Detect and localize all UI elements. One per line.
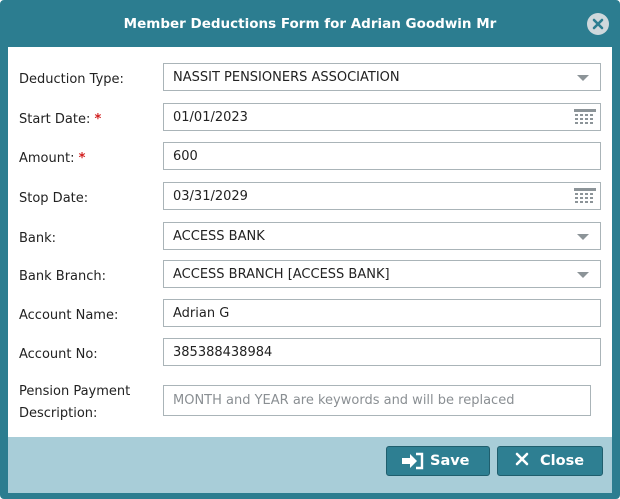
chevron-down-icon — [577, 272, 589, 278]
chevron-down-icon — [577, 75, 589, 81]
bank-label: Bank: — [19, 231, 57, 246]
stop-date-value: 03/31/2029 — [173, 189, 248, 204]
account-no-input[interactable]: 385388438984 — [163, 338, 601, 366]
account-no-value: 385388438984 — [173, 345, 273, 360]
account-name-value: Adrian G — [173, 306, 230, 321]
bank-branch-select[interactable]: ACCESS BRANCH [ACCESS BANK] — [163, 260, 601, 288]
dialog-footer: Save Close — [8, 437, 612, 493]
close-button-label: Close — [540, 453, 585, 469]
x-icon — [515, 452, 529, 466]
dialog-title: Member Deductions Form for Adrian Goodwi… — [123, 16, 497, 32]
deduction-type-value: NASSIT PENSIONERS ASSOCIATION — [173, 70, 400, 85]
dialog-titlebar: Member Deductions Form for Adrian Goodwi… — [3, 3, 617, 45]
save-button[interactable]: Save — [386, 446, 490, 476]
bank-value: ACCESS BANK — [173, 229, 265, 244]
pension-payment-description-input[interactable]: MONTH and YEAR are keywords and will be … — [163, 385, 591, 416]
member-deductions-dialog: Member Deductions Form for Adrian Goodwi… — [0, 0, 620, 499]
pension-payment-label-line2: Description: — [19, 406, 98, 421]
amount-label-text: Amount: — [19, 151, 75, 166]
required-mark: * — [78, 151, 86, 166]
account-name-label: Account Name: — [19, 308, 119, 323]
calendar-icon[interactable] — [574, 188, 596, 209]
required-mark: * — [94, 112, 102, 127]
close-circle-icon[interactable] — [587, 13, 609, 35]
sign-in-arrow-icon — [402, 452, 424, 470]
pension-payment-label-line1: Pension Payment — [19, 384, 131, 399]
form-body: Deduction Type: NASSIT PENSIONERS ASSOCI… — [8, 47, 612, 437]
calendar-icon[interactable] — [574, 109, 596, 130]
amount-value: 600 — [173, 149, 198, 164]
pension-payment-description-label: Pension Payment Description: — [19, 381, 130, 425]
deduction-type-select[interactable]: NASSIT PENSIONERS ASSOCIATION — [163, 63, 601, 91]
stop-date-field[interactable]: 03/31/2029 — [163, 182, 601, 210]
account-name-input[interactable]: Adrian G — [163, 299, 601, 327]
start-date-value: 01/01/2023 — [173, 110, 248, 125]
chevron-down-icon — [577, 234, 589, 240]
start-date-label: Start Date: * — [19, 112, 101, 127]
bank-select[interactable]: ACCESS BANK — [163, 222, 601, 250]
save-button-label: Save — [430, 453, 470, 469]
amount-input[interactable]: 600 — [163, 142, 601, 170]
close-button[interactable]: Close — [497, 446, 603, 476]
deduction-type-label: Deduction Type: — [19, 72, 124, 87]
stop-date-label: Stop Date: — [19, 191, 89, 206]
bank-branch-value: ACCESS BRANCH [ACCESS BANK] — [173, 267, 390, 282]
pension-payment-description-placeholder: MONTH and YEAR are keywords and will be … — [173, 393, 515, 408]
start-date-label-text: Start Date: — [19, 112, 91, 127]
amount-label: Amount: * — [19, 151, 85, 166]
start-date-field[interactable]: 01/01/2023 — [163, 103, 601, 131]
bank-branch-label: Bank Branch: — [19, 269, 107, 284]
account-no-label: Account No: — [19, 347, 98, 362]
